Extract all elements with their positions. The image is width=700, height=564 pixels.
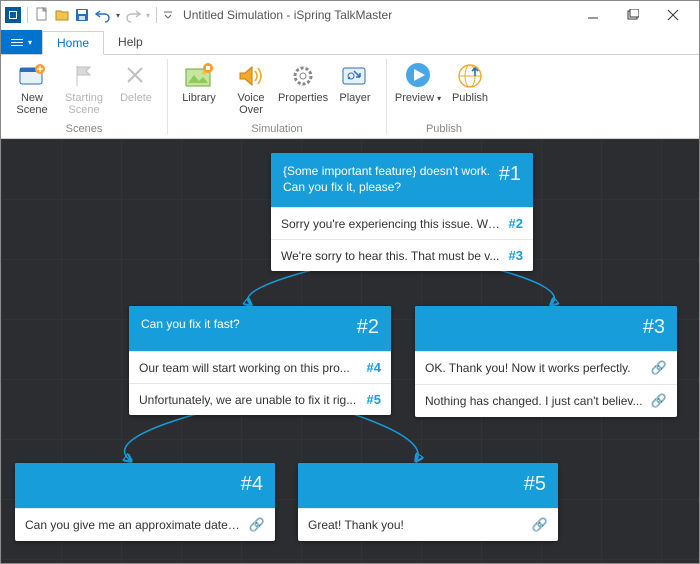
scene-node-5[interactable]: #5 Great! Thank you! 🔗 — [298, 463, 558, 541]
player-button[interactable]: Player — [330, 58, 380, 116]
redo-icon[interactable] — [124, 7, 142, 23]
app-icon — [5, 7, 21, 23]
flag-icon — [69, 62, 99, 90]
title-bar: ▾ ▾ Untitled Simulation - iSpring TalkMa… — [1, 1, 699, 29]
qat-customize-caret[interactable] — [163, 10, 173, 20]
reply-row[interactable]: Nothing has changed. I just can't believ… — [415, 384, 677, 417]
scene-header[interactable]: {Some important feature} doesn't work. C… — [271, 153, 533, 207]
scene-header[interactable]: Can you fix it fast? #2 — [129, 306, 391, 351]
scene-header[interactable]: #3 — [415, 306, 677, 351]
gear-icon — [288, 62, 318, 90]
qat-separator — [156, 7, 157, 23]
link-icon[interactable]: 🔗 — [651, 360, 667, 376]
scene-node-3[interactable]: #3 OK. Thank you! Now it works perfectly… — [415, 306, 677, 417]
reply-row[interactable]: Can you give me an approximate date ... … — [15, 508, 275, 541]
reply-row[interactable]: Our team will start working on this pro.… — [129, 351, 391, 383]
group-simulation: Library Voice Over Properties Player Sim… — [168, 55, 386, 138]
ribbon-tabs: ▾ Home Help — [1, 29, 699, 55]
player-icon — [340, 62, 370, 90]
reply-row[interactable]: Unfortunately, we are unable to fix it r… — [129, 383, 391, 415]
close-button[interactable] — [653, 2, 693, 28]
save-icon[interactable] — [74, 7, 90, 23]
tab-home[interactable]: Home — [42, 31, 104, 55]
chevron-down-icon: ▾ — [28, 38, 32, 47]
reply-link[interactable]: #2 — [509, 216, 523, 231]
quick-access-toolbar: ▾ ▾ — [5, 7, 173, 23]
tab-help[interactable]: Help — [104, 30, 157, 54]
library-button[interactable]: Library — [174, 58, 224, 116]
scene-node-4[interactable]: #4 Can you give me an approximate date .… — [15, 463, 275, 541]
group-label: Scenes — [7, 121, 161, 137]
group-label: Publish — [393, 121, 495, 137]
canvas[interactable]: ⚑ {Some important feature} doesn't work.… — [1, 139, 699, 563]
scene-header[interactable]: #5 — [298, 463, 558, 508]
new-scene-icon — [17, 62, 47, 90]
file-tab[interactable]: ▾ — [1, 30, 42, 54]
starting-scene-button: Starting Scene — [59, 58, 109, 116]
maximize-button[interactable] — [613, 2, 653, 28]
scene-node-2[interactable]: Can you fix it fast? #2 Our team will st… — [129, 306, 391, 415]
properties-button[interactable]: Properties — [278, 58, 328, 116]
link-icon[interactable]: 🔗 — [532, 517, 548, 533]
reply-row[interactable]: Sorry you're experiencing this issue. We… — [271, 207, 533, 239]
menu-icon — [11, 39, 23, 46]
reply-row[interactable]: OK. Thank you! Now it works perfectly. 🔗 — [415, 351, 677, 384]
undo-icon[interactable] — [94, 7, 112, 23]
link-icon[interactable]: 🔗 — [249, 517, 265, 533]
new-scene-button[interactable]: New Scene — [7, 58, 57, 116]
scene-header[interactable]: #4 — [15, 463, 275, 508]
new-doc-icon[interactable] — [34, 7, 50, 23]
preview-button[interactable]: Preview ▾ — [393, 58, 443, 104]
window-title: Untitled Simulation - iSpring TalkMaster — [183, 8, 392, 22]
group-publish: Preview ▾ Publish Publish — [387, 55, 501, 138]
reply-link[interactable]: #3 — [509, 248, 523, 263]
open-icon[interactable] — [54, 7, 70, 23]
preview-icon — [403, 62, 433, 90]
reply-row[interactable]: Great! Thank you! 🔗 — [298, 508, 558, 541]
redo-split-caret[interactable]: ▾ — [146, 11, 150, 20]
reply-link[interactable]: #5 — [367, 392, 381, 407]
ribbon: New Scene Starting Scene Delete Scenes L… — [1, 55, 699, 139]
chevron-down-icon: ▾ — [437, 94, 441, 103]
voice-over-icon — [236, 62, 266, 90]
link-icon[interactable]: 🔗 — [651, 393, 667, 409]
minimize-button[interactable] — [573, 2, 613, 28]
reply-row[interactable]: We're sorry to hear this. That must be v… — [271, 239, 533, 271]
publish-icon — [455, 62, 485, 90]
publish-button[interactable]: Publish — [445, 58, 495, 104]
reply-link[interactable]: #4 — [367, 360, 381, 375]
undo-split-caret[interactable]: ▾ — [116, 11, 120, 20]
library-icon — [184, 62, 214, 90]
group-scenes: New Scene Starting Scene Delete Scenes — [1, 55, 167, 138]
group-label: Simulation — [174, 121, 380, 137]
delete-button: Delete — [111, 58, 161, 116]
qat-separator — [27, 7, 28, 23]
scene-node-1[interactable]: ⚑ {Some important feature} doesn't work.… — [271, 153, 533, 271]
delete-icon — [121, 62, 151, 90]
voice-over-button[interactable]: Voice Over — [226, 58, 276, 116]
